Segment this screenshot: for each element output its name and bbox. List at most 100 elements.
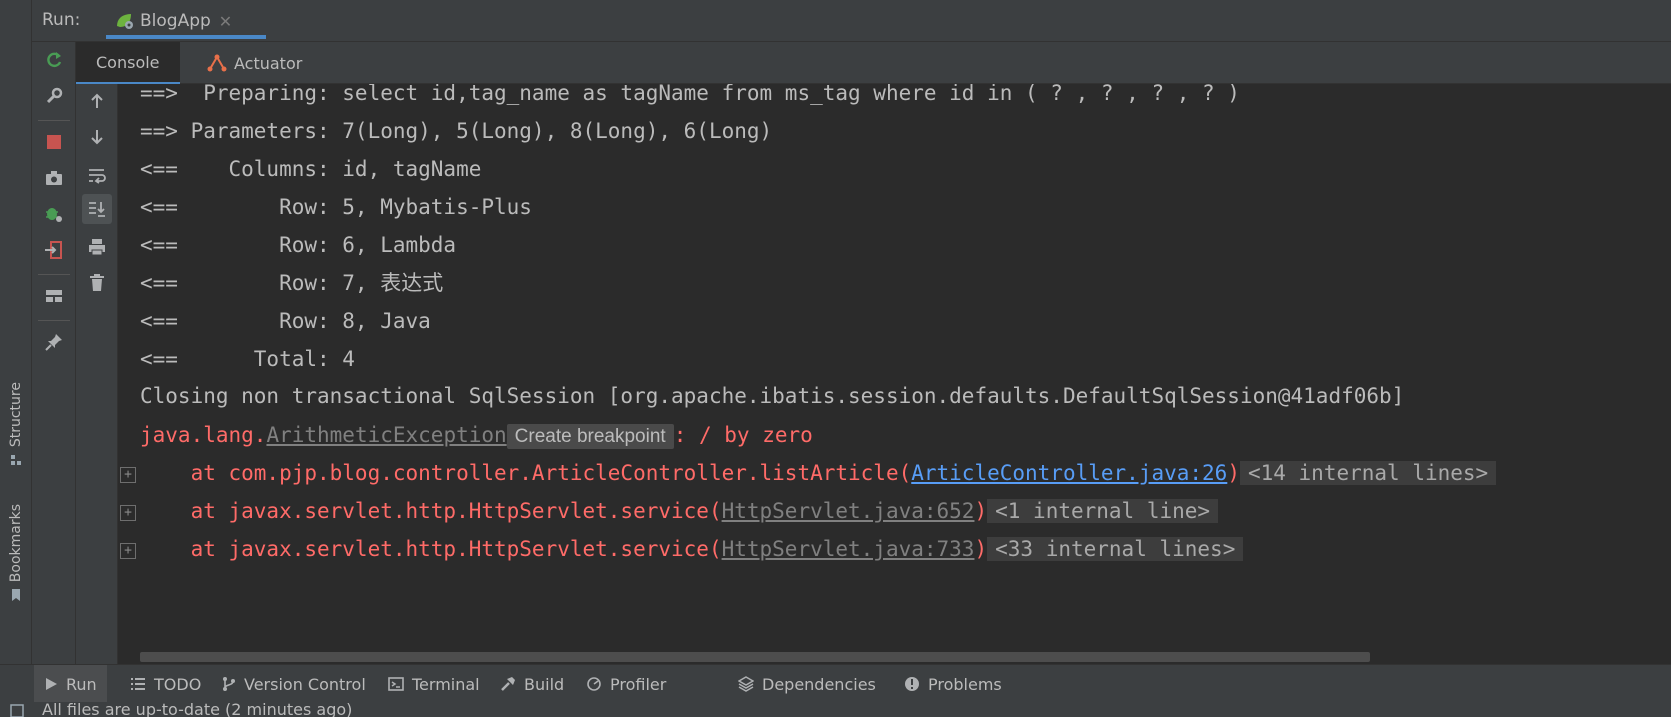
tool-window-label: Dependencies — [762, 674, 876, 694]
exit-button[interactable] — [42, 238, 66, 262]
stack-frame-suffix: ) — [974, 499, 988, 523]
stack-frame-text: at com.pjp.blog.controller.ArticleContro… — [140, 461, 912, 485]
actuator-icon — [207, 54, 227, 72]
bookmarks-tab-label: Bookmarks — [8, 504, 24, 583]
status-message[interactable]: All files are up-to-date (2 minutes ago) — [42, 702, 352, 717]
internal-lines-fold[interactable]: <14 internal lines> — [1239, 461, 1497, 485]
wrench-icon — [46, 87, 63, 104]
soft-wrap-icon — [89, 169, 106, 184]
tab-actuator-label: Actuator — [234, 53, 303, 73]
stop-button[interactable] — [42, 130, 66, 154]
arrow-down-icon — [91, 130, 103, 145]
tool-window-todo[interactable]: TODO — [120, 665, 211, 703]
stack-frame: at javax.servlet.http.HttpServlet.servic… — [140, 531, 1244, 567]
spring-boot-icon — [117, 14, 133, 29]
tool-window-label: Version Control — [244, 674, 366, 694]
console-line: <== Row: 6, Lambda — [140, 233, 457, 257]
tool-window-label: Terminal — [412, 674, 480, 694]
layers-icon — [738, 676, 754, 692]
info-icon — [905, 677, 919, 691]
tool-window-build[interactable]: Build — [490, 665, 574, 703]
camera-icon — [46, 171, 62, 185]
tab-console-label: Console — [96, 52, 160, 72]
trash-icon — [90, 274, 104, 291]
console-line: <== Total: 4 — [140, 347, 355, 371]
exception-message: : / by zero — [673, 423, 813, 447]
dump-threads-button[interactable] — [42, 166, 66, 190]
tool-window-label: Run — [66, 674, 97, 694]
source-link[interactable]: HttpServlet.java:733 — [722, 537, 975, 561]
pin-tab-button[interactable] — [42, 330, 66, 354]
structure-tab-label: Structure — [8, 382, 24, 448]
tool-window-label: Problems — [928, 674, 1002, 694]
arrow-up-icon — [91, 93, 103, 108]
tool-window-version-control[interactable]: Version Control — [212, 665, 376, 703]
horizontal-scrollbar[interactable] — [140, 652, 1370, 662]
print-icon — [89, 239, 105, 256]
terminal-icon — [388, 677, 404, 691]
internal-lines-fold[interactable]: <1 internal line> — [987, 499, 1219, 523]
console-line: <== Row: 8, Java — [140, 309, 431, 333]
bug-gear-icon — [46, 208, 62, 222]
expand-fold-icon[interactable]: + — [120, 543, 136, 559]
console-line: <== Row: 5, Mybatis-Plus — [140, 195, 532, 219]
stack-frame-suffix: ) — [1227, 461, 1240, 485]
print-button[interactable] — [82, 232, 112, 262]
stack-frame: at com.pjp.blog.controller.ArticleContro… — [140, 455, 1497, 491]
soft-wrap-button[interactable] — [82, 160, 112, 190]
source-link[interactable]: HttpServlet.java:652 — [722, 499, 975, 523]
layout-button[interactable] — [42, 284, 66, 308]
structure-icon — [11, 455, 21, 466]
run-header: Run: BlogApp ✕ — [32, 0, 1671, 42]
scroll-down-button[interactable] — [82, 122, 112, 152]
exit-icon — [45, 241, 62, 259]
exception-class-link[interactable]: ArithmeticException — [266, 423, 506, 447]
console-line: <== Row: 7, 表达式 — [140, 271, 444, 295]
run-label: Run: — [42, 10, 81, 30]
status-bar: All files are up-to-date (2 minutes ago) — [0, 702, 1671, 717]
stack-frame-text: at javax.servlet.http.HttpServlet.servic… — [140, 499, 722, 523]
branch-icon — [223, 677, 235, 691]
debug-settings-button[interactable] — [42, 202, 66, 226]
source-link[interactable]: ArticleController.java:26 — [911, 461, 1227, 485]
rerun-button[interactable] — [42, 48, 66, 72]
create-breakpoint-tooltip[interactable]: Create breakpoint — [506, 424, 674, 449]
internal-lines-fold[interactable]: <33 internal lines> — [987, 537, 1244, 561]
profiler-icon — [587, 677, 601, 691]
pin-icon — [45, 334, 62, 351]
tool-window-profiler[interactable]: Profiler — [576, 665, 676, 703]
play-icon — [46, 678, 57, 690]
active-tab-indicator — [106, 35, 266, 39]
clear-all-button[interactable] — [82, 268, 112, 298]
console-line: ==> Parameters: 7(Long), 5(Long), 8(Long… — [140, 119, 773, 143]
tool-window-terminal[interactable]: Terminal — [378, 665, 490, 703]
scroll-up-button[interactable] — [82, 86, 112, 116]
bookmarks-tab[interactable]: Bookmarks — [3, 504, 29, 602]
console-output[interactable]: ==> Preparing: select id,tag_name as tag… — [118, 84, 1671, 664]
tool-window-dependencies[interactable]: Dependencies — [728, 665, 886, 703]
list-icon — [131, 678, 145, 690]
modify-config-button[interactable] — [42, 84, 66, 108]
console-line: Closing non transactional SqlSession [or… — [140, 384, 1405, 408]
tool-window-label: TODO — [154, 674, 202, 694]
expand-fold-icon[interactable]: + — [120, 505, 136, 521]
tool-window-run[interactable]: Run — [34, 665, 107, 703]
tab-actuator[interactable]: Actuator — [194, 42, 314, 84]
expand-fold-icon[interactable]: + — [120, 467, 136, 483]
structure-tab[interactable]: Structure — [3, 382, 29, 467]
close-tab-icon[interactable]: ✕ — [219, 12, 232, 31]
stack-frame-suffix: ) — [974, 537, 988, 561]
stop-icon — [47, 135, 61, 149]
layout-icon — [46, 290, 62, 302]
scroll-to-end-button[interactable] — [82, 194, 112, 224]
hammer-icon — [501, 677, 515, 691]
status-window-icon — [10, 704, 24, 717]
console-tabs: Console Actuator — [76, 42, 1671, 85]
tool-window-label: Profiler — [610, 674, 667, 694]
tool-window-problems[interactable]: Problems — [894, 665, 1012, 703]
tool-windows-bar: Run TODO Version Control Terminal Build … — [0, 664, 1671, 703]
stack-frame: at javax.servlet.http.HttpServlet.servic… — [140, 493, 1219, 529]
exception-prefix: java.lang. — [140, 423, 267, 447]
tab-console[interactable]: Console — [76, 42, 180, 85]
run-config-title: BlogApp — [140, 11, 211, 31]
